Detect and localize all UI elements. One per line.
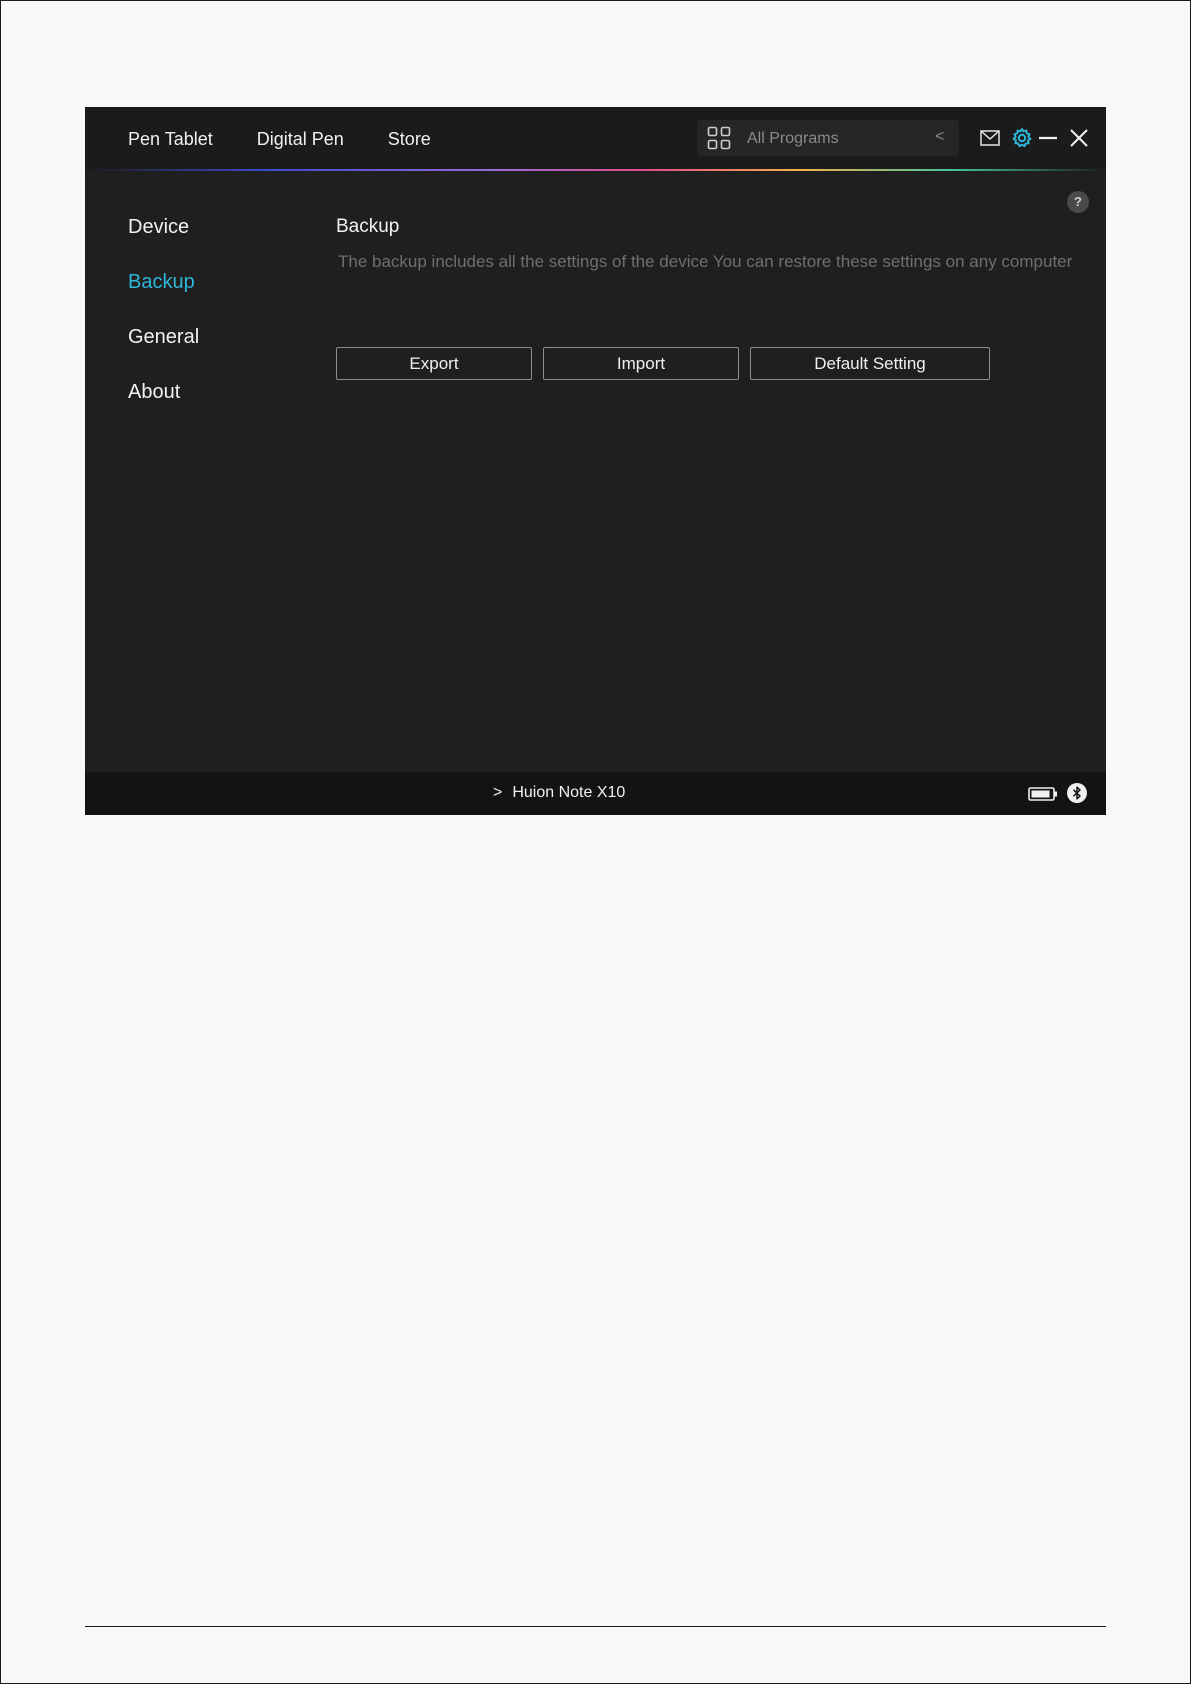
chevron-right-icon: >: [493, 784, 503, 801]
program-select-value: All Programs: [747, 130, 839, 147]
mail-icon[interactable]: [980, 130, 1000, 146]
section-title: Backup: [336, 216, 400, 237]
chevron-left-icon[interactable]: <: [935, 128, 944, 146]
top-bar: Pen Tablet Digital Pen Store All Program…: [85, 107, 1106, 169]
sidebar-item-backup[interactable]: Backup: [128, 270, 199, 325]
nav-digital-pen[interactable]: Digital Pen: [257, 129, 344, 150]
device-selector[interactable]: > Huion Note X10: [493, 784, 625, 802]
nav-pen-tablet[interactable]: Pen Tablet: [128, 129, 213, 150]
sidebar-item-about[interactable]: About: [128, 380, 199, 435]
grid-icon: [707, 126, 731, 150]
nav-store[interactable]: Store: [388, 129, 431, 150]
default-setting-button[interactable]: Default Setting: [750, 347, 990, 380]
help-icon[interactable]: ?: [1067, 191, 1089, 213]
app-window: Pen Tablet Digital Pen Store All Program…: [85, 107, 1106, 815]
gear-icon[interactable]: [1011, 127, 1033, 149]
status-bar: > Huion Note X10: [85, 772, 1106, 815]
page-footer-rule: [85, 1626, 1106, 1627]
device-name: Huion Note X10: [512, 784, 626, 801]
program-select[interactable]: All Programs <: [697, 120, 959, 156]
import-button[interactable]: Import: [543, 347, 739, 380]
section-description: The backup includes all the settings of …: [338, 252, 1073, 271]
accent-gradient-line: [85, 169, 1106, 171]
sidebar-item-general[interactable]: General: [128, 325, 199, 380]
top-nav: Pen Tablet Digital Pen Store: [128, 129, 475, 150]
battery-icon: [1028, 787, 1057, 801]
minimize-icon[interactable]: [1038, 128, 1058, 148]
close-icon[interactable]: [1069, 128, 1089, 148]
bluetooth-icon: [1067, 783, 1087, 803]
sidebar-item-device[interactable]: Device: [128, 215, 199, 270]
sidebar: Device Backup General About: [128, 215, 199, 435]
export-button[interactable]: Export: [336, 347, 532, 380]
